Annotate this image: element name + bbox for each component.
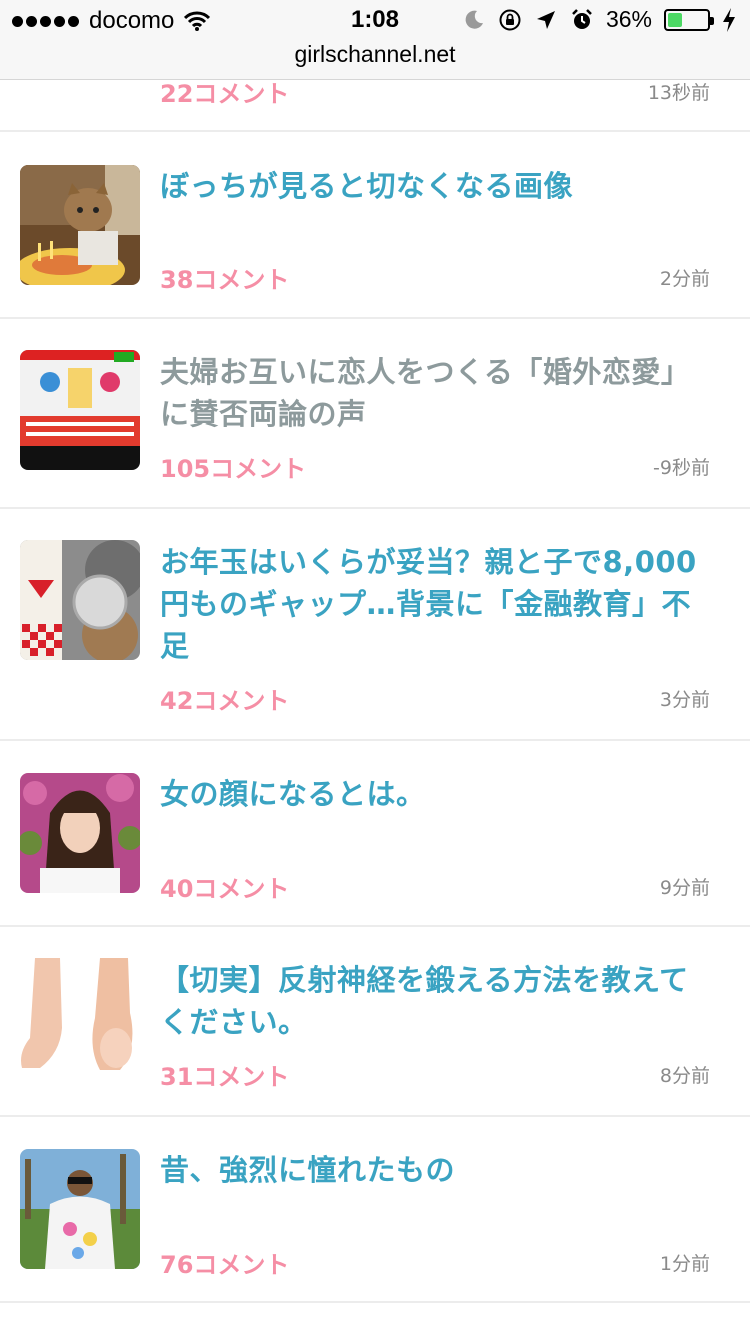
- posted-time: 1分前: [659, 1253, 710, 1275]
- topic-title[interactable]: 女の顔になるとは。: [160, 773, 710, 815]
- posted-time: 9分前: [659, 877, 710, 899]
- battery-percentage: 36%: [605, 6, 652, 32]
- topic-title[interactable]: 【切実】反射神経を鍛える方法を教えてください。: [160, 959, 710, 1043]
- topic-item[interactable]: 【切実】反射神経を鍛える方法を教えてください。 31コメント 8分前: [0, 927, 750, 1117]
- topic-thumbnail[interactable]: [20, 540, 140, 660]
- topic-item[interactable]: 昔、強烈に憧れたもの 76コメント 1分前: [0, 1117, 750, 1303]
- comment-count: 42コメント: [160, 687, 290, 715]
- topic-title[interactable]: 昔、強烈に憧れたもの: [160, 1149, 710, 1191]
- topic-item[interactable]: 女の顔になるとは。 40コメント 9分前: [0, 741, 750, 927]
- topic-item[interactable]: ぼっちが見ると切なくなる画像 38コメント 2分前: [0, 132, 750, 319]
- comment-count: 38コメント: [160, 266, 290, 294]
- topic-title[interactable]: ぼっちが見ると切なくなる画像: [160, 165, 710, 207]
- comment-count: 40コメント: [160, 875, 290, 903]
- status-bar: docomo 1:08 36%: [0, 0, 750, 42]
- battery-icon: [664, 8, 714, 31]
- posted-time: 2分前: [659, 268, 710, 290]
- posted-time: 8分前: [659, 1065, 710, 1087]
- moon-icon: [465, 10, 483, 29]
- comment-count: 105コメント: [160, 455, 307, 483]
- topic-title[interactable]: お年玉はいくらが妥当？親と子で8,000円ものギャップ…背景に「金融教育」不足: [160, 541, 710, 667]
- topic-item[interactable]: 夫婦お互いに恋人をつくる「婚外恋愛」に賛否両論の声 105コメント -9秒前: [0, 319, 750, 509]
- location-arrow-icon: [536, 10, 555, 29]
- posted-time: 13秒前: [647, 82, 710, 104]
- topic-thumbnail[interactable]: [20, 165, 140, 285]
- topic-thumbnail[interactable]: [20, 350, 140, 470]
- rotation-lock-icon: [499, 9, 521, 30]
- topic-thumbnail[interactable]: [20, 958, 140, 1078]
- topic-title[interactable]: 夫婦お互いに恋人をつくる「婚外恋愛」に賛否両論の声: [160, 351, 710, 435]
- battery-level: [668, 12, 682, 27]
- alarm-icon: [572, 8, 592, 29]
- browser-top-bar: docomo 1:08 36% girlschannel.net: [0, 0, 750, 80]
- posted-time: 3分前: [659, 689, 710, 711]
- address-bar-url[interactable]: girlschannel.net: [0, 41, 750, 68]
- posted-time: -9秒前: [653, 457, 710, 479]
- comment-count: 31コメント: [160, 1063, 290, 1091]
- topic-thumbnail[interactable]: [20, 773, 140, 893]
- topic-item[interactable]: お年玉はいくらが妥当？親と子で8,000円ものギャップ…背景に「金融教育」不足 …: [0, 509, 750, 741]
- topic-thumbnail[interactable]: [20, 1149, 140, 1269]
- charging-bolt-icon: [723, 7, 735, 32]
- comment-count: 76コメント: [160, 1251, 290, 1279]
